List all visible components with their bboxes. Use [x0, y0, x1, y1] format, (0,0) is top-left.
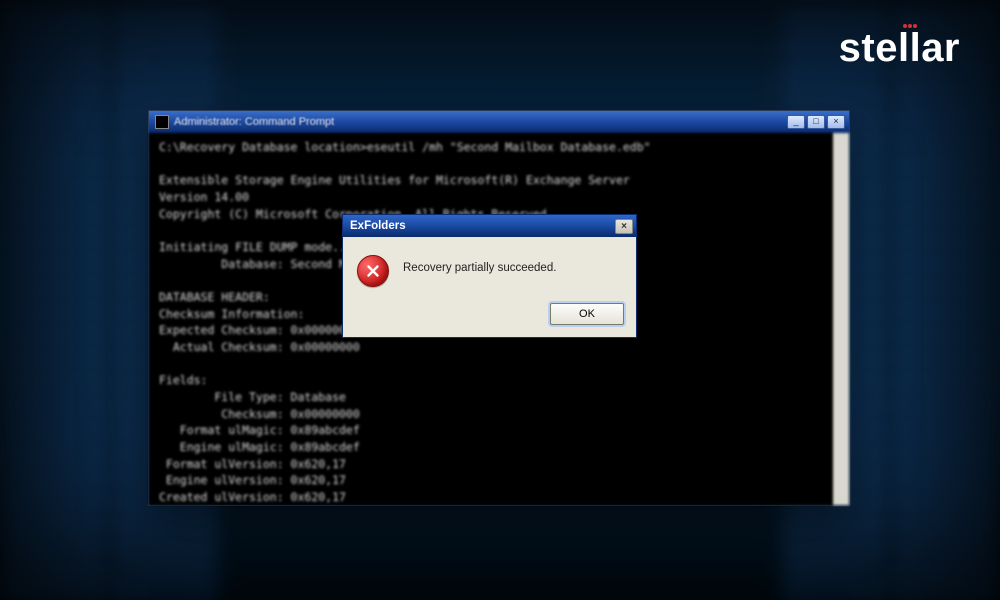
cmd-title: Administrator: Command Prompt	[174, 116, 787, 128]
maximize-button[interactable]: □	[807, 115, 825, 129]
dialog-titlebar[interactable]: ExFolders ×	[343, 215, 636, 237]
ok-button[interactable]: OK	[550, 303, 624, 325]
exfolders-dialog: ExFolders × Recovery partially succeeded…	[342, 214, 637, 338]
cmd-titlebar[interactable]: Administrator: Command Prompt _ □ ×	[149, 111, 849, 133]
dialog-message: Recovery partially succeeded.	[403, 255, 556, 274]
minimize-button[interactable]: _	[787, 115, 805, 129]
close-button[interactable]: ×	[827, 115, 845, 129]
brand-logo: stellar	[839, 26, 960, 71]
cmd-icon	[155, 115, 169, 129]
error-icon	[357, 255, 389, 287]
dialog-close-button[interactable]: ×	[615, 219, 633, 234]
dialog-title: ExFolders	[350, 220, 406, 232]
stage: stellar Administrator: Command Prompt _ …	[0, 0, 1000, 600]
close-icon: ×	[621, 221, 627, 232]
